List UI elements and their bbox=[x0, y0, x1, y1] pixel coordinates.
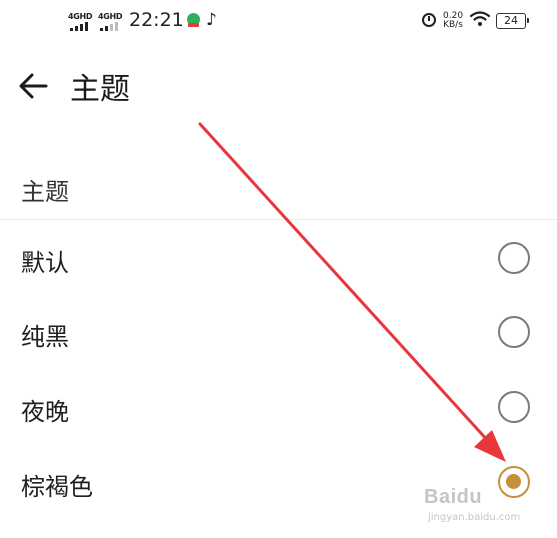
section-header: 主题 bbox=[21, 178, 69, 206]
theme-option-sepia[interactable]: 棕褐色 bbox=[0, 445, 557, 519]
option-label: 默认 bbox=[21, 249, 69, 277]
divider bbox=[0, 219, 557, 220]
app-badge-icon bbox=[187, 13, 200, 27]
signal-icon: 4GHD bbox=[98, 12, 124, 32]
option-label: 纯黑 bbox=[21, 323, 69, 351]
network-speed: 0.20 KB/s bbox=[443, 12, 463, 30]
wifi-icon bbox=[470, 11, 490, 26]
status-bar: 4GHD 4GHD 22:21 ♪ 0.20 KB/s 24 bbox=[0, 0, 557, 44]
alarm-icon bbox=[422, 13, 436, 27]
radio-button[interactable] bbox=[498, 242, 530, 274]
network-speed-unit: KB/s bbox=[443, 20, 463, 30]
arrow-left-icon[interactable] bbox=[14, 67, 52, 105]
radio-button-selected[interactable] bbox=[498, 466, 530, 498]
radio-button[interactable] bbox=[498, 391, 530, 423]
status-time: 22:21 bbox=[129, 9, 184, 31]
page-title: 主题 bbox=[70, 72, 130, 107]
tiktok-icon: ♪ bbox=[206, 10, 217, 30]
radio-button[interactable] bbox=[498, 316, 530, 348]
theme-option-default[interactable]: 默认 bbox=[0, 221, 557, 295]
theme-option-night[interactable]: 夜晚 bbox=[0, 370, 557, 444]
battery-icon: 24 bbox=[496, 13, 529, 29]
battery-level: 24 bbox=[504, 14, 518, 27]
network-type-label: 4GHD bbox=[98, 12, 123, 21]
theme-option-pure-black[interactable]: 纯黑 bbox=[0, 295, 557, 369]
network-type-label: 4GHD bbox=[68, 12, 93, 21]
signal-icon: 4GHD bbox=[68, 12, 94, 32]
option-label: 夜晚 bbox=[21, 398, 69, 426]
option-label: 棕褐色 bbox=[21, 473, 93, 501]
